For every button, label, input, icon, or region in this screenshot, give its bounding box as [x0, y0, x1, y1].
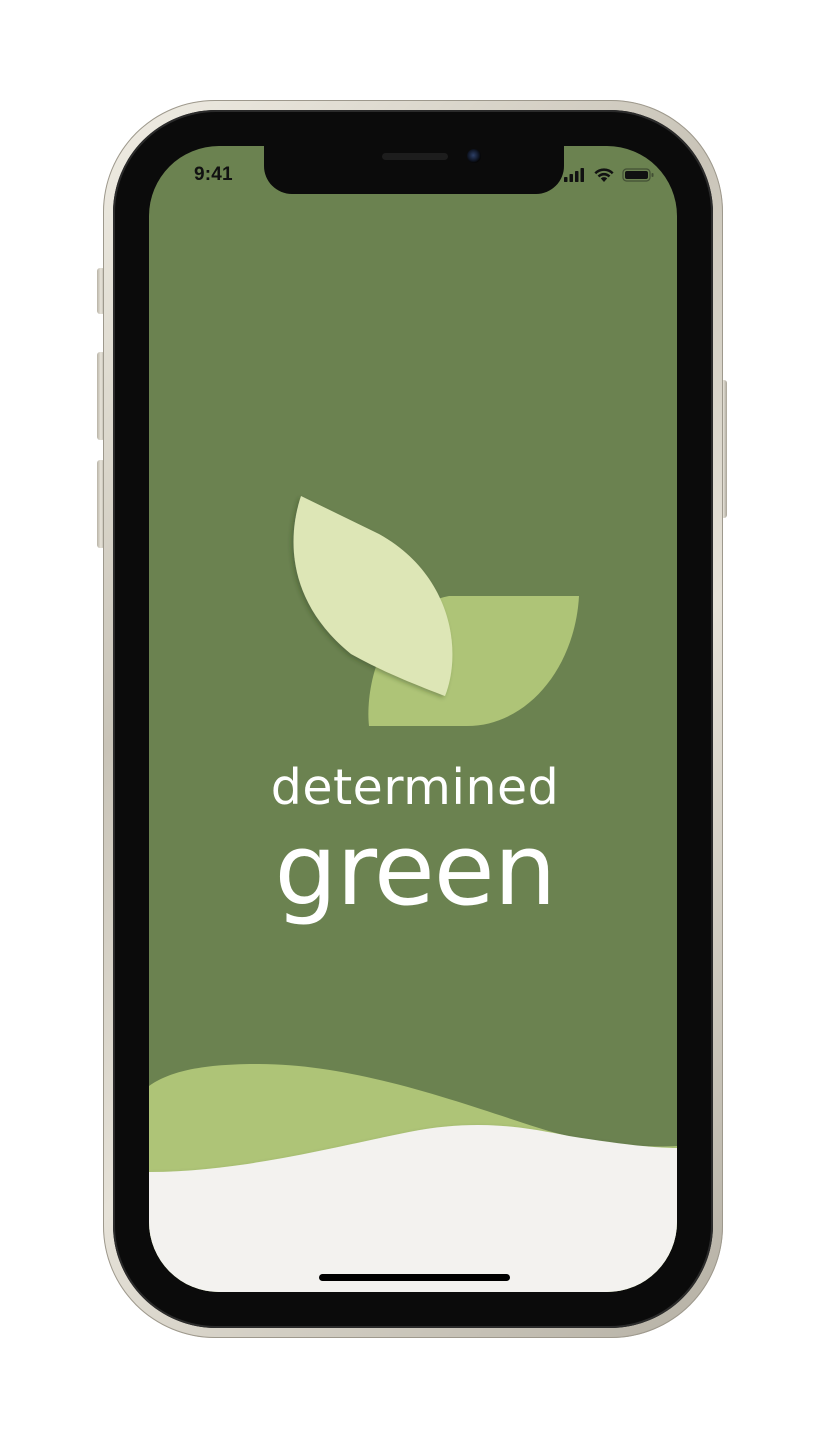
phone-frame: 9:41 determined green — [103, 100, 723, 1338]
speaker-grille — [382, 153, 448, 160]
home-indicator[interactable] — [319, 1274, 510, 1281]
phone-bezel: 9:41 determined green — [113, 110, 713, 1328]
notch — [264, 146, 564, 194]
status-icons — [564, 168, 654, 182]
leaf-logo-icon — [293, 496, 579, 726]
signal-icon — [564, 168, 584, 182]
bottom-wave-decoration — [149, 1064, 677, 1292]
front-camera — [467, 149, 481, 163]
wifi-icon — [594, 168, 614, 182]
leaf-front-shape — [293, 496, 453, 696]
brand-word-determined: determined — [270, 759, 560, 816]
brand-word-green: green — [274, 813, 557, 928]
status-time: 9:41 — [194, 164, 233, 185]
device-mockup: 9:41 determined green — [0, 0, 825, 1433]
splash-screen: 9:41 determined green — [149, 146, 677, 1292]
battery-icon — [622, 168, 654, 182]
